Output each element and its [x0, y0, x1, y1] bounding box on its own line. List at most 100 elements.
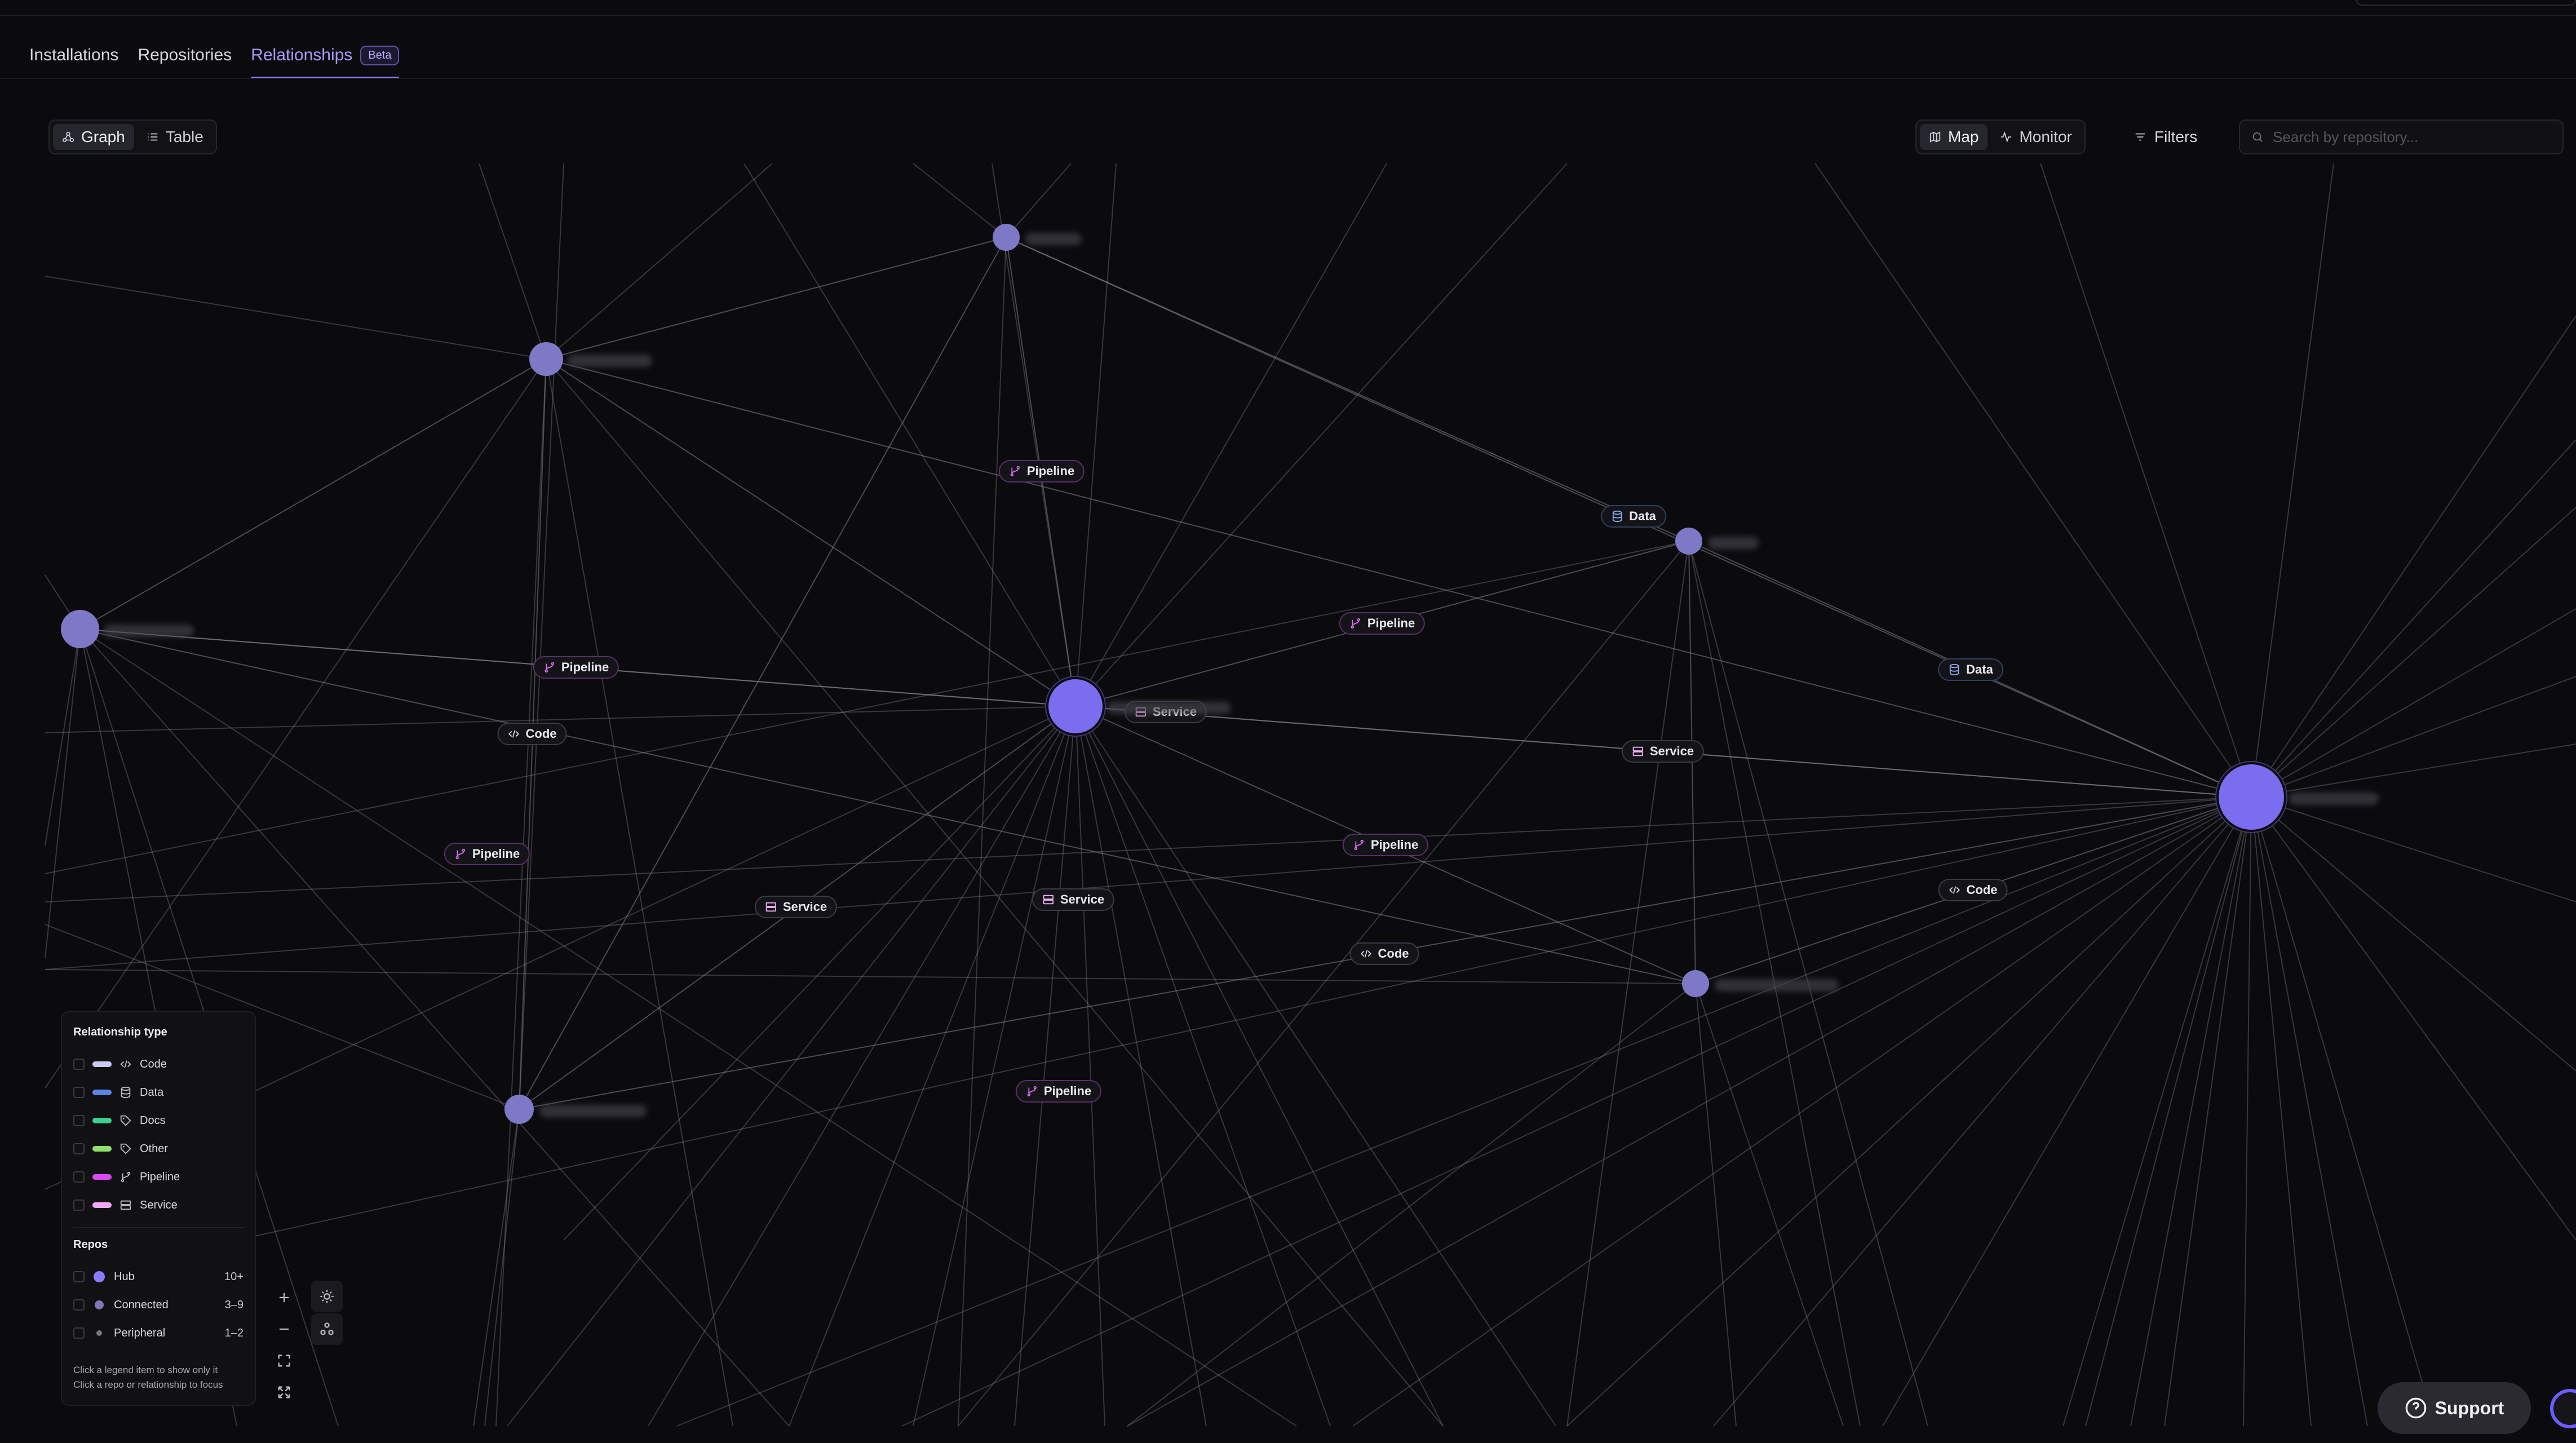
relationship-edge[interactable] [45, 628, 81, 959]
relationship-edge[interactable] [2251, 507, 2576, 798]
legend-repo-connected[interactable]: Connected 3–9 [73, 1291, 244, 1319]
relationship-edge[interactable] [1014, 706, 1076, 1427]
legend-item-pipeline[interactable]: Pipeline [73, 1163, 244, 1191]
relationship-edge[interactable] [913, 163, 1007, 238]
legend-repo-hub[interactable]: Hub 10+ [73, 1263, 244, 1291]
connected-repo-node[interactable] [529, 342, 563, 376]
relationship-edge[interactable] [1006, 163, 1072, 238]
relationship-edge[interactable] [1695, 983, 1737, 1427]
relationship-edge[interactable] [495, 358, 547, 1427]
relationship-edge[interactable] [2251, 608, 2576, 798]
relationship-edge[interactable] [2062, 796, 2252, 1427]
legend-checkbox[interactable] [73, 1199, 85, 1211]
relationship-edge[interactable] [45, 358, 547, 1088]
relationship-edge[interactable] [79, 628, 1297, 1427]
hub-repo-node[interactable] [2219, 764, 2284, 830]
relationship-edge[interactable] [2251, 796, 2576, 902]
relationship-edge[interactable] [484, 1109, 520, 1427]
relationship-edge[interactable] [479, 163, 547, 360]
relationship-edge[interactable] [563, 706, 1076, 1241]
relationship-graph[interactable] [0, 0, 2576, 1443]
legend-item-other[interactable]: Other [73, 1135, 244, 1163]
relationship-edge[interactable] [2251, 796, 2576, 1241]
relationship-edge[interactable] [1075, 706, 1105, 1427]
relationship-edge[interactable] [2243, 796, 2252, 1427]
legend-item-code[interactable]: Code [73, 1050, 244, 1078]
relationship-edge[interactable] [79, 628, 1696, 984]
relationship-edge[interactable] [1695, 983, 1844, 1427]
graph-view-button[interactable]: Graph [53, 124, 134, 150]
relationship-edge[interactable] [2251, 163, 2334, 798]
relationship-edge[interactable] [507, 706, 1076, 1427]
map-mode-button[interactable]: Map [1920, 124, 1988, 150]
edge-label-pipeline[interactable]: Pipeline [1015, 1080, 1102, 1103]
relationship-edge[interactable] [79, 358, 547, 630]
search-input[interactable] [2273, 128, 2543, 146]
relationship-edge[interactable] [913, 706, 1076, 1427]
relationship-edge[interactable] [743, 163, 1076, 707]
relationship-edge[interactable] [1075, 163, 1117, 707]
relationship-edge[interactable] [1075, 163, 1568, 707]
legend-checkbox[interactable] [73, 1171, 85, 1183]
edge-label-pipeline[interactable]: Pipeline [1342, 834, 1429, 856]
relationship-edge[interactable] [1352, 796, 2252, 1427]
fit-view-button[interactable] [268, 1345, 300, 1376]
relationship-edge[interactable] [648, 706, 1076, 1427]
connected-repo-node[interactable] [61, 610, 99, 648]
relationship-edge[interactable] [2251, 315, 2576, 798]
legend-item-data[interactable]: Data [73, 1078, 244, 1106]
relationship-edge[interactable] [45, 541, 1689, 874]
relationship-edge[interactable] [546, 358, 1076, 707]
relationship-edge[interactable] [236, 796, 2252, 1241]
relationship-edge[interactable] [1127, 796, 2252, 1427]
relationship-edge[interactable] [45, 628, 81, 846]
relationship-edge[interactable] [2085, 796, 2252, 1427]
relationship-edge[interactable] [546, 358, 733, 1427]
legend-repo-peripheral[interactable]: Peripheral 1–2 [73, 1319, 244, 1347]
connected-repo-node[interactable] [1682, 970, 1709, 997]
fullscreen-button[interactable] [268, 1376, 300, 1408]
monitor-mode-button[interactable]: Monitor [1991, 124, 2081, 150]
relationship-edge[interactable] [2251, 796, 2576, 1072]
relationship-edge[interactable] [546, 237, 1007, 360]
legend-checkbox[interactable] [73, 1143, 85, 1154]
connected-repo-node[interactable] [993, 224, 1020, 251]
relationship-edge[interactable] [2251, 796, 2436, 1427]
legend-checkbox[interactable] [73, 1059, 85, 1070]
relationship-edge[interactable] [2251, 796, 2312, 1427]
filters-button[interactable]: Filters [2125, 119, 2206, 154]
relationship-edge[interactable] [2040, 163, 2252, 798]
table-view-button[interactable]: Table [138, 124, 213, 150]
relationship-edge[interactable] [2251, 439, 2576, 798]
relationship-edge[interactable] [2164, 796, 2252, 1427]
relationship-edge[interactable] [45, 276, 547, 360]
connected-repo-node[interactable] [504, 1095, 534, 1124]
relationship-edge[interactable] [958, 237, 1007, 1427]
legend-item-docs[interactable]: Docs [73, 1106, 244, 1135]
relationship-edge[interactable] [473, 1109, 520, 1427]
relationship-edge[interactable] [2251, 743, 2576, 798]
relationship-edge[interactable] [958, 541, 1689, 1427]
cluster-layout-button[interactable] [311, 1313, 343, 1345]
edge-label-service[interactable]: Service [1032, 888, 1115, 911]
edge-label-code[interactable]: Code [497, 723, 567, 745]
relationship-edge[interactable] [2251, 796, 2368, 1427]
legend-checkbox[interactable] [73, 1087, 85, 1098]
zoom-out-button[interactable] [268, 1313, 300, 1345]
zoom-in-button[interactable] [268, 1282, 300, 1313]
edge-label-pipeline[interactable]: Pipeline [998, 460, 1085, 483]
relationship-edge[interactable] [2251, 676, 2576, 798]
legend-checkbox[interactable] [73, 1271, 85, 1282]
edge-label-pipeline[interactable]: Pipeline [444, 843, 530, 865]
legend-item-service[interactable]: Service [73, 1191, 244, 1219]
connected-repo-node[interactable] [1675, 528, 1702, 555]
relationship-edge[interactable] [1075, 706, 1331, 1427]
layout-settings-button[interactable] [311, 1281, 343, 1312]
relationship-edge[interactable] [519, 163, 564, 1110]
edge-label-data[interactable]: Data [1938, 658, 2003, 681]
edge-label-pipeline[interactable]: Pipeline [1339, 612, 1426, 635]
legend-checkbox[interactable] [73, 1299, 85, 1311]
support-button[interactable]: Support [2378, 1382, 2531, 1434]
edge-label-service[interactable]: Service [1621, 740, 1705, 763]
edge-label-data[interactable]: Data [1601, 505, 1666, 528]
